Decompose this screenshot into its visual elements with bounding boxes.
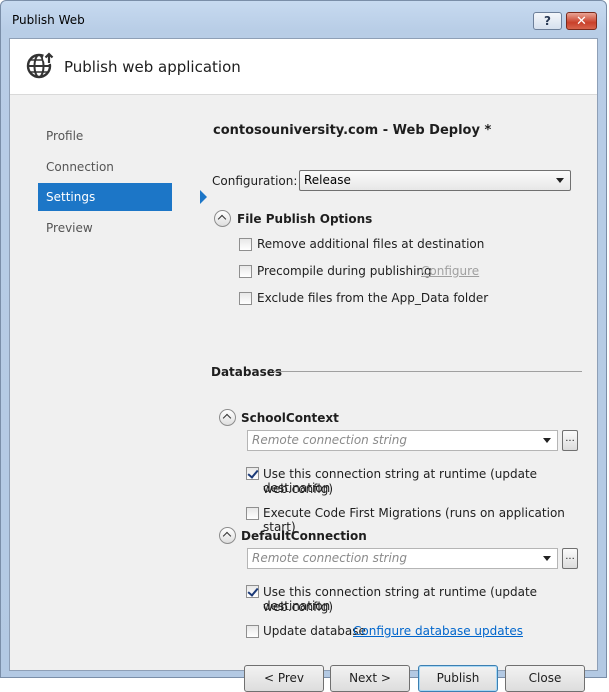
close-button[interactable]: Close — [505, 665, 585, 692]
publish-web-window: Publish Web ? ✕ Publish web application … — [0, 0, 607, 692]
default-use-runtime-label-line2: web.config) — [263, 600, 334, 614]
nav-item-settings-label: Settings — [46, 190, 96, 204]
school-context-title: SchoolContext — [241, 411, 339, 425]
dialog-body: Profile Connection Settings Preview cont… — [10, 95, 597, 692]
help-icon: ? — [544, 14, 551, 28]
default-connection-string-input[interactable]: Remote connection string — [247, 548, 558, 569]
configuration-label: Configuration: — [212, 174, 298, 188]
nav-item-settings[interactable]: Settings — [38, 183, 207, 211]
precompile-label: Precompile during publishing — [257, 264, 432, 278]
profile-heading: contosouniversity.com - Web Deploy * — [213, 123, 492, 138]
close-icon: ✕ — [576, 13, 587, 29]
precompile-checkbox[interactable] — [239, 265, 252, 278]
databases-divider — [273, 371, 582, 372]
update-database-checkbox[interactable] — [246, 625, 259, 638]
file-publish-collapse-icon[interactable] — [214, 210, 231, 227]
configure-database-updates-link[interactable]: Configure database updates — [353, 624, 523, 638]
databases-title: Databases — [211, 365, 283, 379]
code-first-migrations-checkbox[interactable] — [246, 507, 259, 520]
chevron-down-icon — [543, 438, 551, 443]
selected-arrow-icon — [200, 190, 207, 204]
school-connection-string-input[interactable]: Remote connection string — [247, 430, 558, 451]
title-bar[interactable]: Publish Web ? ✕ — [1, 1, 606, 37]
globe-publish-icon — [26, 52, 55, 79]
configuration-select[interactable]: Release — [299, 170, 571, 191]
exclude-app-data-checkbox[interactable] — [239, 292, 252, 305]
configuration-value: Release — [304, 173, 351, 187]
close-window-button[interactable]: ✕ — [566, 12, 597, 30]
dialog-client: Publish web application Profile Connecti… — [9, 38, 598, 692]
school-context-collapse-icon[interactable] — [219, 409, 236, 426]
nav-item-preview[interactable]: Preview — [38, 214, 172, 242]
precompile-configure-link[interactable]: Configure — [421, 264, 479, 278]
school-connection-placeholder: Remote connection string — [252, 433, 408, 447]
default-connection-collapse-icon[interactable] — [219, 527, 236, 544]
window-title: Publish Web — [12, 13, 85, 27]
default-connection-title: DefaultConnection — [241, 529, 367, 543]
school-use-runtime-label-line2: web.config) — [263, 482, 334, 496]
dialog-header: Publish web application — [10, 39, 597, 94]
nav-item-connection[interactable]: Connection — [38, 153, 172, 181]
chevron-down-icon — [543, 556, 551, 561]
default-connection-browse-button[interactable]: ... — [562, 548, 578, 569]
file-publish-title: File Publish Options — [237, 212, 373, 226]
default-use-runtime-checkbox[interactable] — [246, 585, 259, 598]
school-connection-browse-button[interactable]: ... — [562, 430, 578, 451]
prev-button[interactable]: < Prev — [244, 665, 324, 692]
nav-item-profile[interactable]: Profile — [38, 122, 172, 150]
header-title: Publish web application — [64, 58, 241, 76]
update-database-label: Update database — [263, 624, 366, 638]
publish-button[interactable]: Publish — [418, 665, 498, 692]
help-button[interactable]: ? — [533, 12, 562, 30]
exclude-app-data-label: Exclude files from the App_Data folder — [257, 291, 489, 305]
remove-files-label: Remove additional files at destination — [257, 237, 485, 251]
default-connection-placeholder: Remote connection string — [252, 551, 408, 565]
remove-files-checkbox[interactable] — [239, 238, 252, 251]
next-button[interactable]: Next > — [330, 665, 410, 692]
chevron-down-icon — [556, 178, 564, 183]
school-use-runtime-checkbox[interactable] — [246, 467, 259, 480]
